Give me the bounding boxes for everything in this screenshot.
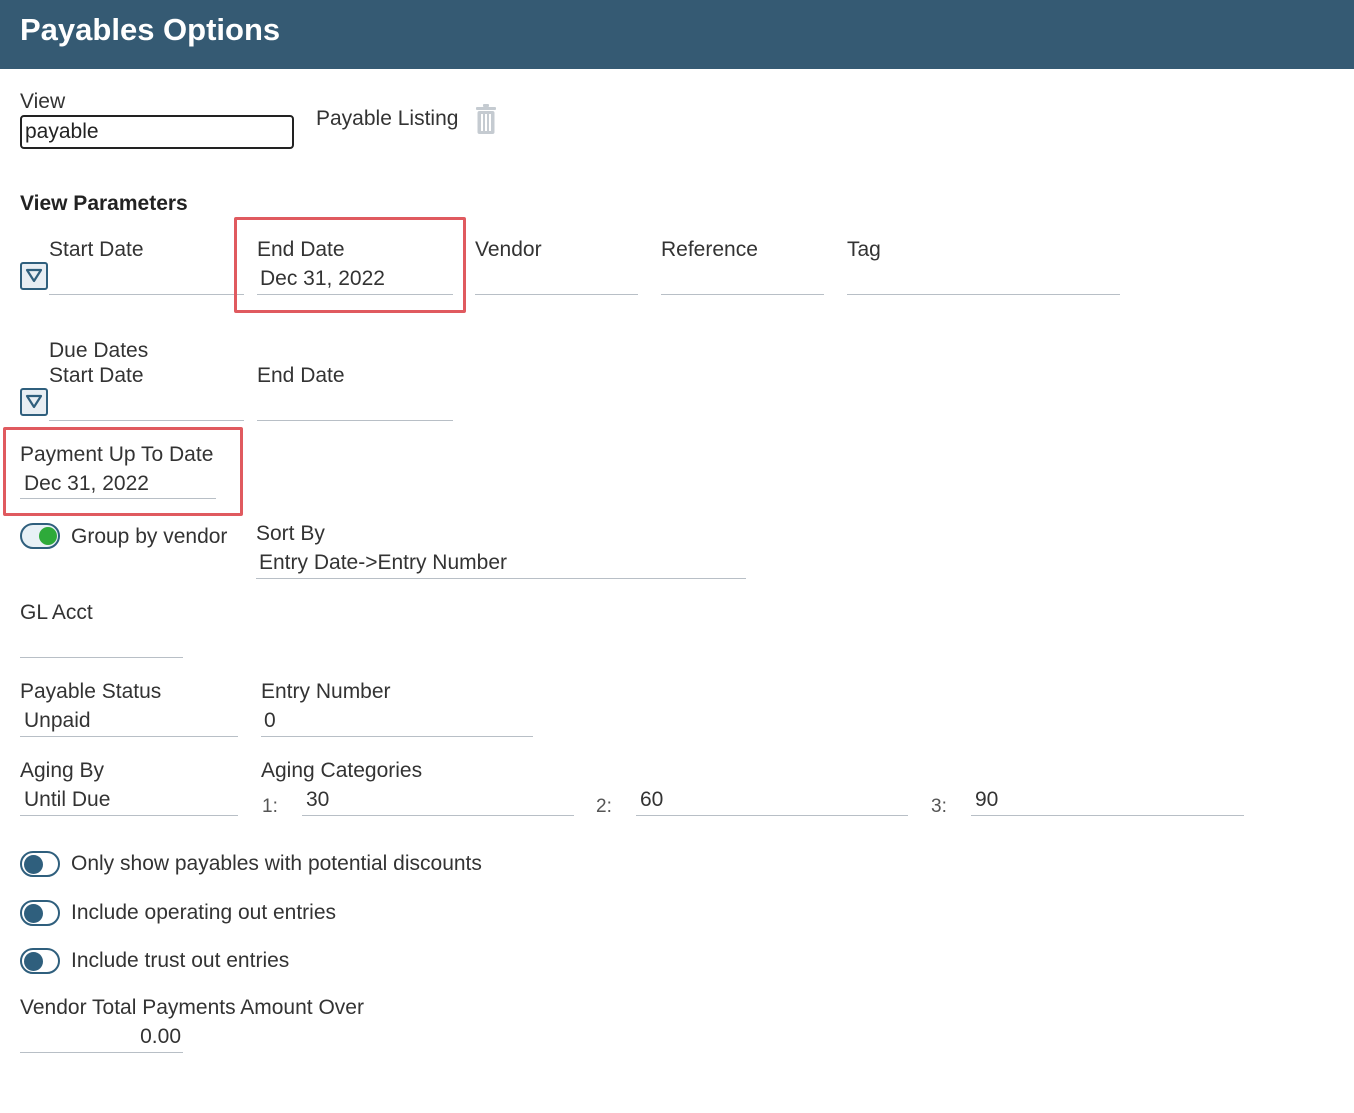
- aging-category-value[interactable]: 90: [975, 788, 998, 812]
- chevron-down-icon[interactable]: [20, 388, 48, 416]
- gl-acct-field[interactable]: [20, 657, 183, 658]
- aging-category-number: 1:: [262, 796, 278, 817]
- payable-status-field[interactable]: [20, 736, 238, 737]
- group-by-vendor-label: Group by vendor: [71, 525, 228, 548]
- trust-out-toggle[interactable]: [20, 948, 60, 974]
- toggle-knob: [24, 904, 43, 923]
- aging-category-value[interactable]: 30: [306, 788, 329, 812]
- aging-category-number: 3:: [931, 796, 947, 817]
- due-end-date-field[interactable]: [257, 420, 453, 421]
- aging-category-value[interactable]: 60: [640, 788, 663, 812]
- vendor-total-field[interactable]: [20, 1052, 183, 1053]
- aging-categories-label: Aging Categories: [261, 759, 423, 782]
- sort-by-field[interactable]: [256, 578, 746, 579]
- potential-discounts-label: Only show payables with potential discou…: [71, 852, 482, 875]
- highlight-box-end-date: [234, 217, 466, 313]
- due-end-date-label: End Date: [257, 364, 345, 387]
- payable-listing-label: Payable Listing: [316, 107, 459, 130]
- due-start-date-label: Start Date: [49, 364, 144, 387]
- entry-number-field[interactable]: [261, 736, 533, 737]
- toggle-knob: [24, 952, 43, 971]
- due-start-date-field[interactable]: [49, 420, 244, 421]
- entry-number-value[interactable]: 0: [264, 709, 276, 733]
- operating-out-label: Include operating out entries: [71, 901, 337, 924]
- vendor-field[interactable]: [475, 294, 638, 295]
- vendor-total-value[interactable]: 0.00: [20, 1025, 181, 1049]
- aging-by-value[interactable]: Until Due: [24, 788, 110, 812]
- view-parameters-heading: View Parameters: [20, 192, 188, 215]
- aging-by-label: Aging By: [20, 759, 105, 782]
- aging-category-field[interactable]: [971, 815, 1244, 816]
- payable-status-label: Payable Status: [20, 680, 162, 703]
- highlight-box-payment-date: [3, 427, 243, 516]
- aging-category-number: 2:: [596, 796, 612, 817]
- potential-discounts-toggle[interactable]: [20, 851, 60, 877]
- vendor-total-label: Vendor Total Payments Amount Over: [20, 996, 364, 1019]
- toggle-knob: [39, 527, 57, 545]
- entry-number-label: Entry Number: [261, 680, 391, 703]
- vendor-label: Vendor: [475, 238, 542, 261]
- aging-by-field[interactable]: [20, 815, 238, 816]
- chevron-down-icon[interactable]: [20, 262, 48, 290]
- view-input[interactable]: [20, 115, 294, 149]
- start-date-label: Start Date: [49, 238, 144, 261]
- reference-label: Reference: [661, 238, 758, 261]
- page-title: Payables Options: [20, 12, 281, 47]
- view-label: View: [20, 90, 66, 113]
- page-header: Payables Options: [0, 0, 1354, 69]
- tag-field[interactable]: [847, 294, 1120, 295]
- aging-category-field[interactable]: [302, 815, 574, 816]
- operating-out-toggle[interactable]: [20, 900, 60, 926]
- gl-acct-label: GL Acct: [20, 601, 93, 624]
- aging-category-field[interactable]: [636, 815, 908, 816]
- toggle-knob: [24, 855, 43, 874]
- sort-by-value[interactable]: Entry Date->Entry Number: [259, 551, 507, 575]
- start-date-field[interactable]: [49, 294, 244, 295]
- sort-by-label: Sort By: [256, 522, 325, 545]
- trust-out-label: Include trust out entries: [71, 949, 290, 972]
- group-by-vendor-toggle[interactable]: [20, 523, 60, 549]
- tag-label: Tag: [847, 238, 881, 261]
- due-dates-label: Due Dates: [49, 339, 149, 362]
- trash-icon[interactable]: [474, 103, 498, 135]
- reference-field[interactable]: [661, 294, 824, 295]
- payable-status-value[interactable]: Unpaid: [24, 709, 91, 733]
